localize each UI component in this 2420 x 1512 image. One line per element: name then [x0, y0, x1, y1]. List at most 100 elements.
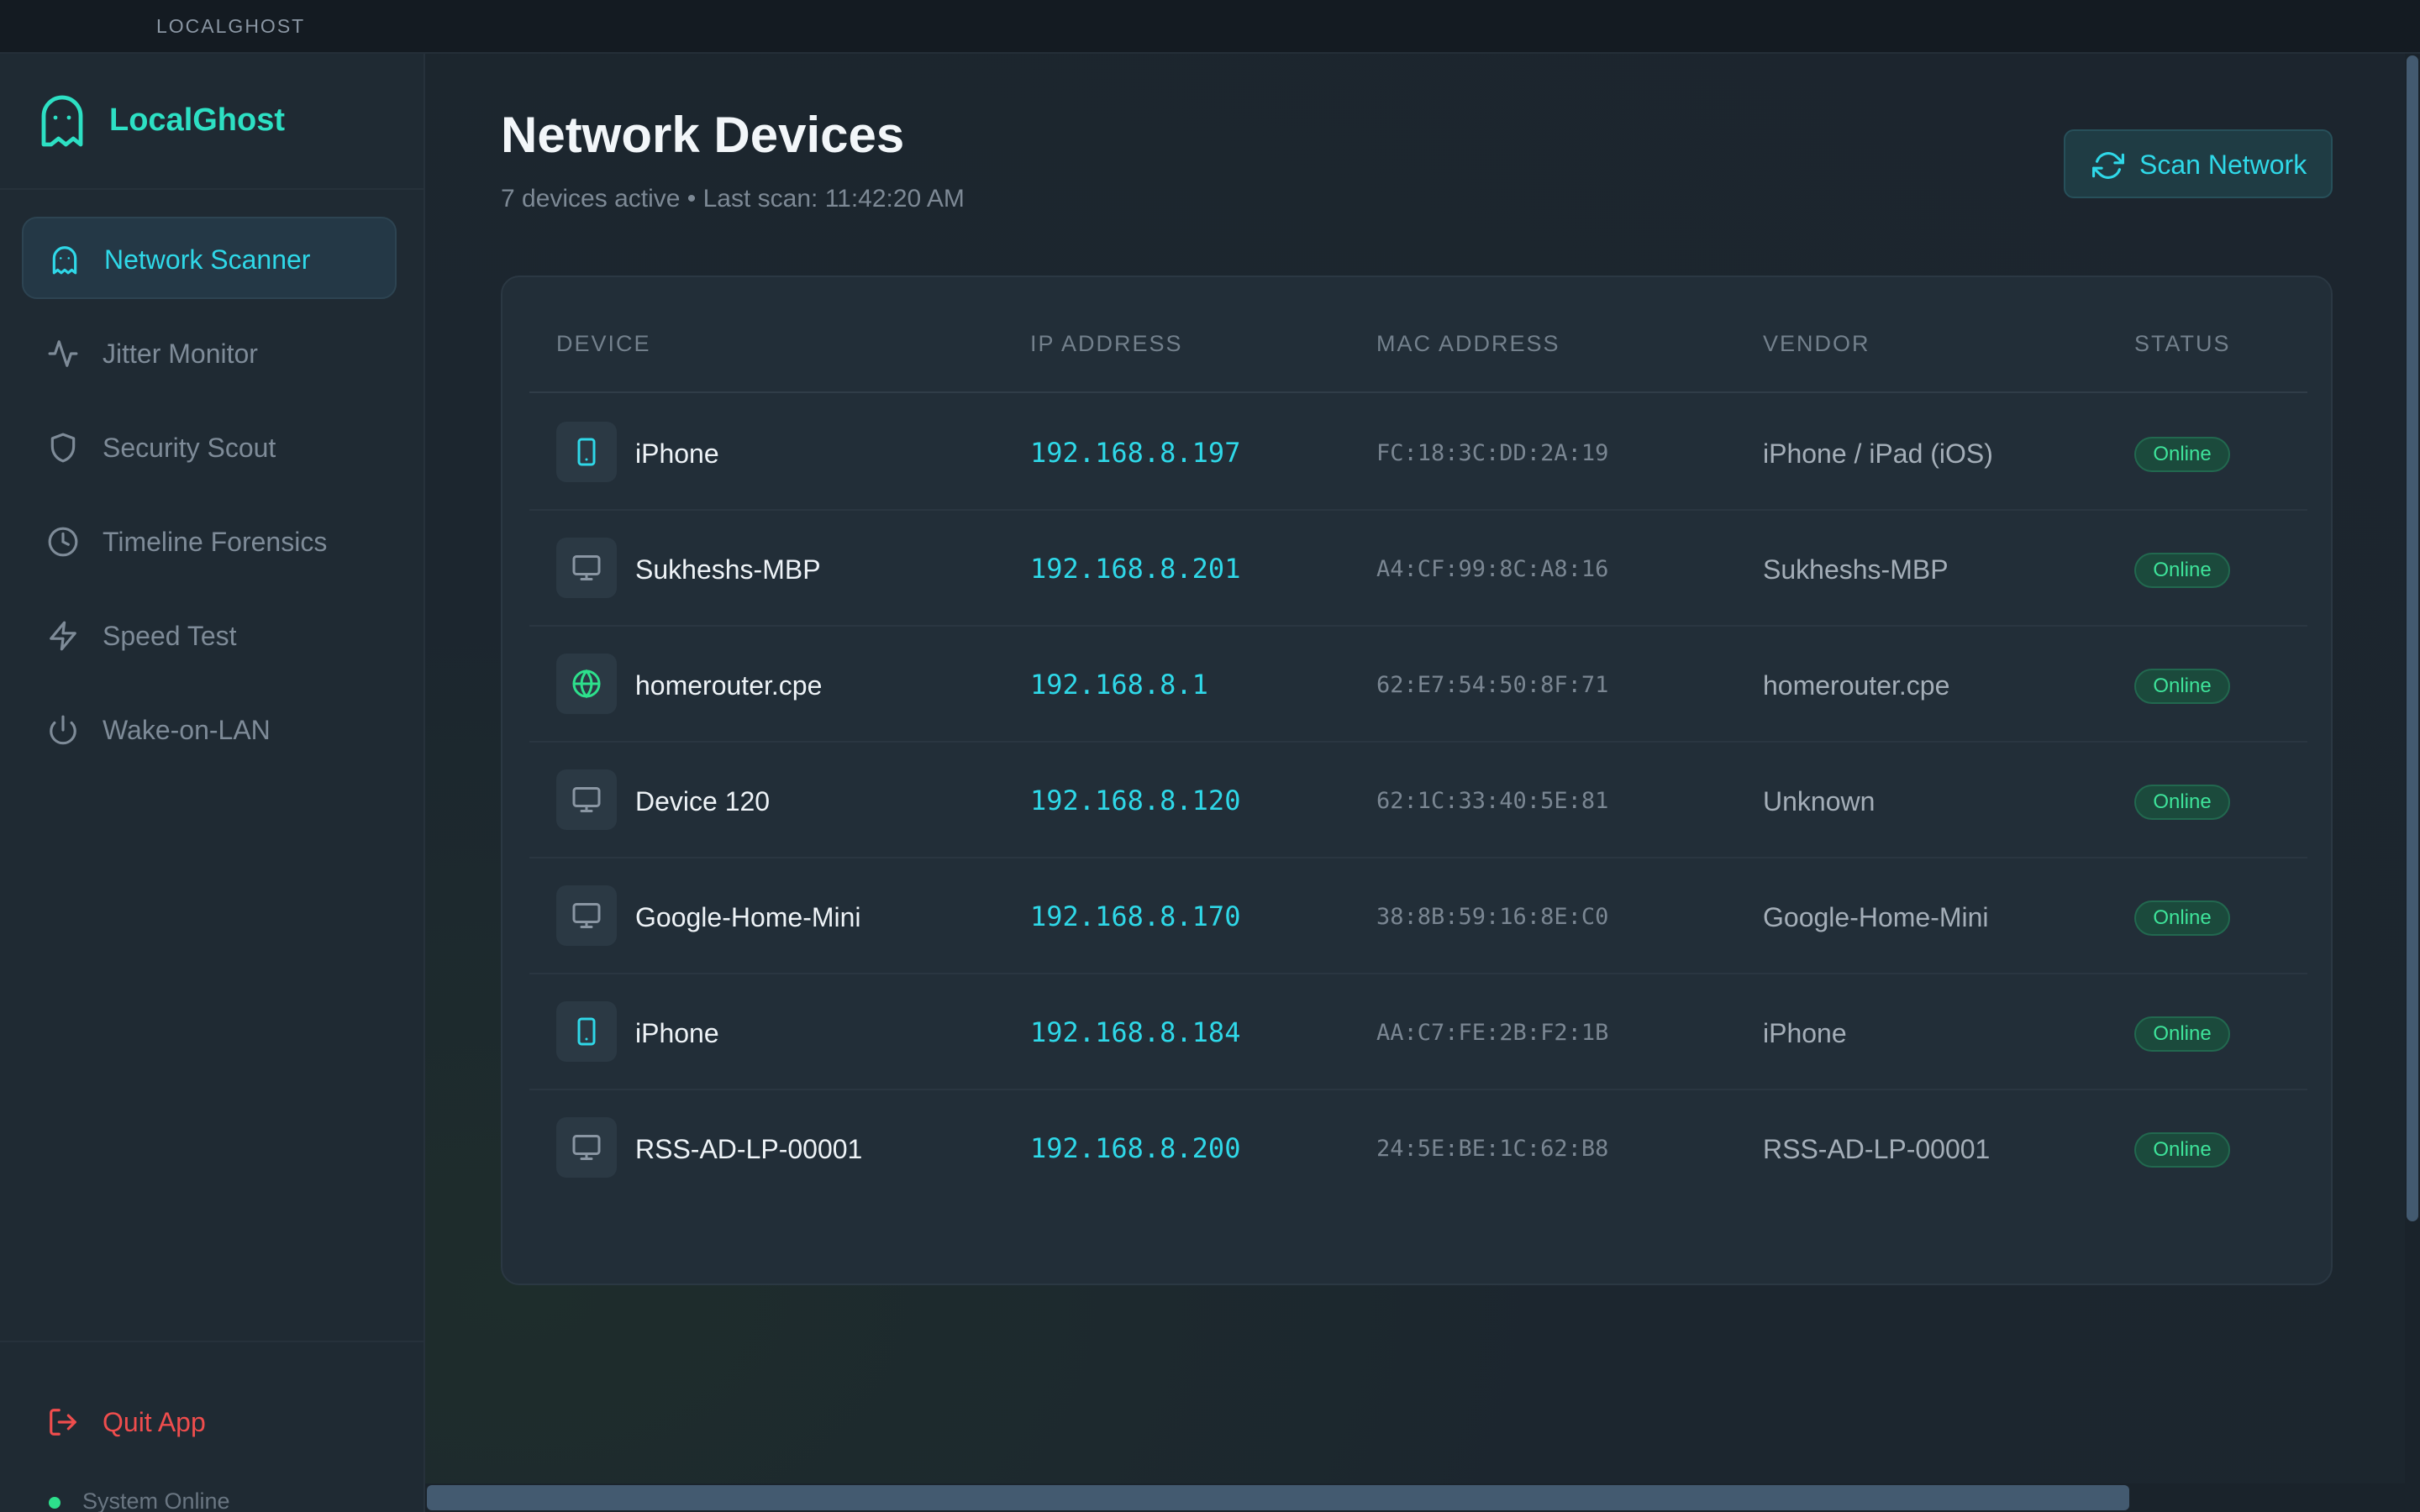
- device-name: iPhone: [635, 1018, 719, 1048]
- ghost-logo-icon: [41, 95, 83, 147]
- monitor-icon: [572, 1135, 601, 1160]
- scan-network-label: Scan Network: [2139, 150, 2307, 180]
- devices-table: DEVICE IP ADDRESS MAC ADDRESS VENDOR STA…: [501, 276, 2333, 1285]
- page-title: Network Devices: [501, 107, 905, 163]
- vendor: homerouter.cpe: [1763, 670, 1950, 701]
- activity-icon: [48, 340, 78, 367]
- ip-address: 192.168.8.184: [1030, 1016, 1241, 1048]
- device-name: Sukheshs-MBP: [635, 554, 821, 585]
- device-icon: [556, 885, 617, 946]
- device-name: iPhone: [635, 438, 719, 469]
- column-header-device: DEVICE: [556, 331, 651, 356]
- sidebar-item-timeline-forensics[interactable]: Timeline Forensics: [22, 501, 397, 583]
- globe-icon: [572, 669, 601, 699]
- sidebar-divider: [0, 1341, 424, 1342]
- status-badge: Online: [2134, 900, 2230, 936]
- device-icon: [556, 1001, 617, 1062]
- window-title: LOCALGHOST: [156, 15, 306, 37]
- quit-app-label: Quit App: [103, 1407, 206, 1437]
- mac-address: 38:8B:59:16:8E:C0: [1376, 904, 1609, 930]
- column-header-status: STATUS: [2134, 331, 2231, 356]
- status-badge: Online: [2134, 669, 2230, 704]
- device-icon: [556, 538, 617, 598]
- sidebar-item-speed-test[interactable]: Speed Test: [22, 595, 397, 677]
- column-header-ip: IP ADDRESS: [1030, 331, 1183, 356]
- table-row[interactable]: Device 120 192.168.8.120 62:1C:33:40:5E:…: [529, 743, 2307, 858]
- vendor: Unknown: [1763, 786, 1876, 816]
- device-icon: [556, 654, 617, 714]
- scan-network-button[interactable]: Scan Network: [2064, 129, 2333, 198]
- table-row[interactable]: iPhone 192.168.8.184 AA:C7:FE:2B:F2:1B i…: [529, 974, 2307, 1090]
- vendor: iPhone / iPad (iOS): [1763, 438, 1993, 469]
- sidebar-item-security-scout[interactable]: Security Scout: [22, 407, 397, 489]
- sidebar-item-network-scanner[interactable]: Network Scanner: [22, 217, 397, 299]
- ip-address: 192.168.8.201: [1030, 553, 1241, 585]
- sidebar-item-label: Network Scanner: [104, 244, 311, 275]
- horizontal-scrollbar[interactable]: [427, 1485, 2129, 1510]
- vertical-scrollbar[interactable]: [2407, 55, 2418, 1221]
- ip-address: 192.168.8.197: [1030, 437, 1241, 469]
- system-status-label: System Online: [82, 1488, 230, 1512]
- sidebar-item-jitter-monitor[interactable]: Jitter Monitor: [22, 312, 397, 395]
- status-dot-icon: [49, 1497, 60, 1509]
- mac-address: A4:CF:99:8C:A8:16: [1376, 556, 1609, 582]
- sidebar-item-label: Speed Test: [103, 621, 237, 651]
- brand: LocalGhost: [0, 54, 424, 190]
- column-header-mac: MAC ADDRESS: [1376, 331, 1560, 356]
- device-icon: [556, 422, 617, 482]
- ip-address: 192.168.8.170: [1030, 900, 1241, 932]
- mac-address: 24:5E:BE:1C:62:B8: [1376, 1136, 1609, 1162]
- mac-address: 62:1C:33:40:5E:81: [1376, 788, 1609, 814]
- sidebar-item-label: Wake-on-LAN: [103, 715, 271, 745]
- device-icon: [556, 1117, 617, 1178]
- phone-icon: [577, 438, 596, 466]
- device-icon: [556, 769, 617, 830]
- sidebar-item-label: Security Scout: [103, 433, 276, 463]
- shield-icon: [50, 433, 76, 463]
- status-badge: Online: [2134, 437, 2230, 472]
- vendor: Google-Home-Mini: [1763, 902, 1989, 932]
- mac-address: 62:E7:54:50:8F:71: [1376, 672, 1609, 698]
- phone-icon: [577, 1017, 596, 1046]
- vendor: Sukheshs-MBP: [1763, 554, 1949, 585]
- vendor: iPhone: [1763, 1018, 1847, 1048]
- table-row[interactable]: Sukheshs-MBP 192.168.8.201 A4:CF:99:8C:A…: [529, 511, 2307, 627]
- column-header-vendor: VENDOR: [1763, 331, 1870, 356]
- sidebar-item-label: Jitter Monitor: [103, 339, 258, 369]
- monitor-icon: [572, 555, 601, 580]
- table-header: DEVICE IP ADDRESS MAC ADDRESS VENDOR STA…: [529, 277, 2307, 393]
- refresh-icon: [2092, 152, 2124, 179]
- device-name: RSS-AD-LP-00001: [635, 1134, 863, 1164]
- power-icon: [50, 715, 76, 745]
- sidebar: LocalGhost Network Scanner Jitter Monito…: [0, 54, 425, 1512]
- device-name: homerouter.cpe: [635, 670, 823, 701]
- brand-name: LocalGhost: [109, 102, 286, 138]
- clock-icon: [48, 527, 78, 557]
- lightning-icon: [50, 621, 76, 651]
- status-badge: Online: [2134, 553, 2230, 588]
- ip-address: 192.168.8.120: [1030, 785, 1241, 816]
- table-row[interactable]: RSS-AD-LP-00001 192.168.8.200 24:5E:BE:1…: [529, 1090, 2307, 1206]
- mac-address: AA:C7:FE:2B:F2:1B: [1376, 1020, 1609, 1046]
- logout-icon: [50, 1409, 76, 1436]
- table-row[interactable]: homerouter.cpe 192.168.8.1 62:E7:54:50:8…: [529, 627, 2307, 743]
- mac-address: FC:18:3C:DD:2A:19: [1376, 440, 1609, 466]
- table-row[interactable]: iPhone 192.168.8.197 FC:18:3C:DD:2A:19 i…: [529, 395, 2307, 511]
- quit-app-button[interactable]: Quit App: [22, 1381, 397, 1457]
- status-badge: Online: [2134, 785, 2230, 820]
- ip-address: 192.168.8.1: [1030, 669, 1208, 701]
- monitor-icon: [572, 787, 601, 812]
- ghost-icon: [52, 246, 77, 275]
- sidebar-item-label: Timeline Forensics: [103, 527, 328, 557]
- page-subtitle: 7 devices active • Last scan: 11:42:20 A…: [501, 185, 965, 213]
- vendor: RSS-AD-LP-00001: [1763, 1134, 1991, 1164]
- status-badge: Online: [2134, 1016, 2230, 1052]
- device-name: Device 120: [635, 786, 771, 816]
- table-row[interactable]: Google-Home-Mini 192.168.8.170 38:8B:59:…: [529, 858, 2307, 974]
- monitor-icon: [572, 903, 601, 928]
- window-titlebar: LOCALGHOST: [0, 0, 2420, 54]
- status-badge: Online: [2134, 1132, 2230, 1168]
- ip-address: 192.168.8.200: [1030, 1132, 1241, 1164]
- main-content: Network Devices 7 devices active • Last …: [425, 54, 2420, 1512]
- sidebar-item-wake-on-lan[interactable]: Wake-on-LAN: [22, 689, 397, 771]
